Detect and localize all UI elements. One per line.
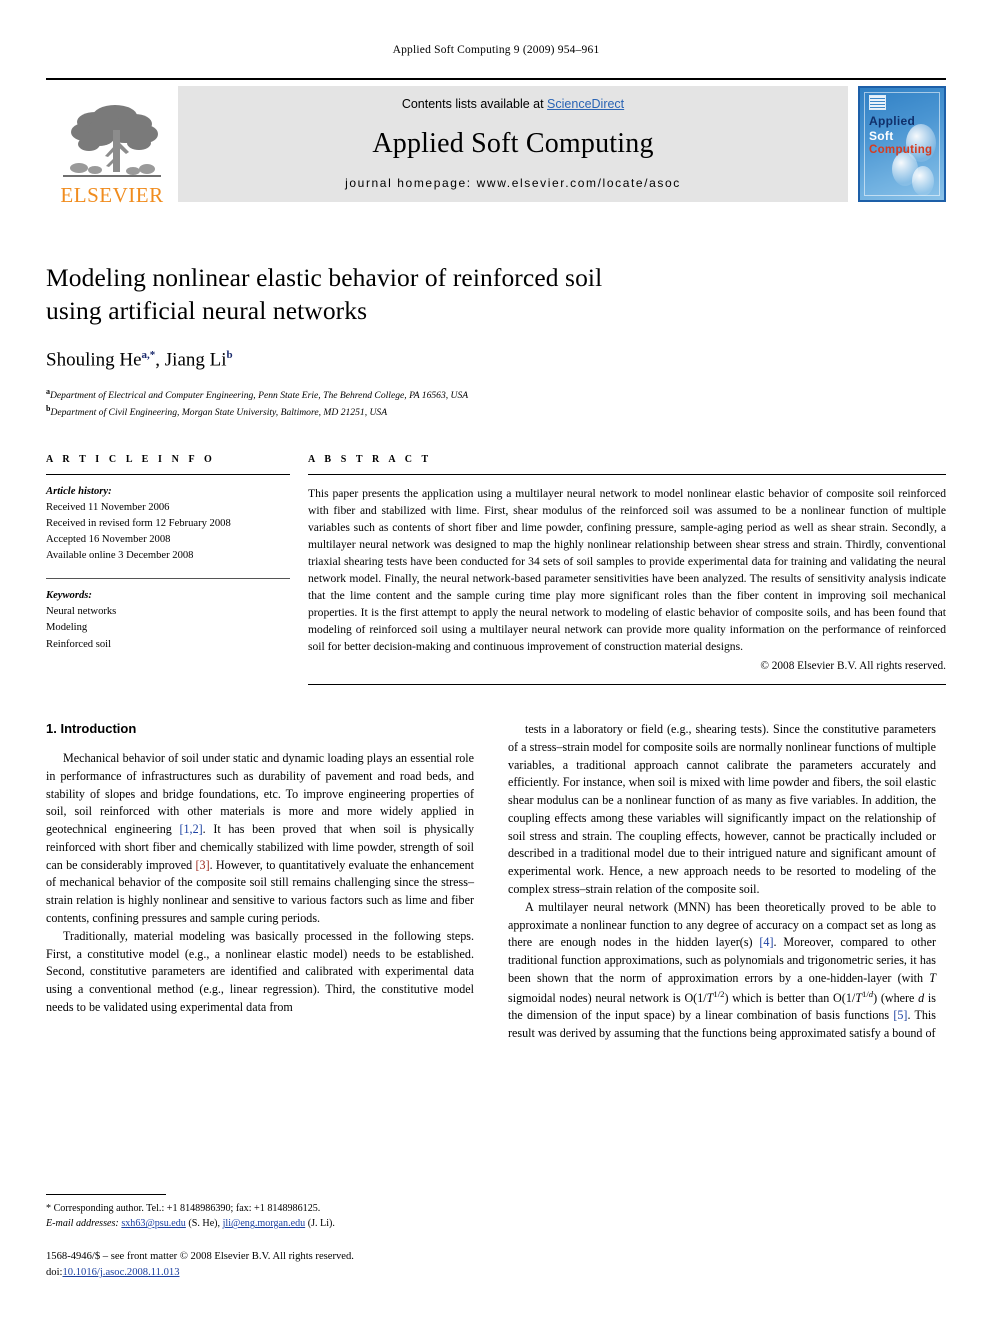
- author-name[interactable]: Jiang Li: [165, 350, 227, 371]
- footnote-rule: [46, 1193, 166, 1195]
- journal-masthead: ELSEVIER Contents lists available at Sci…: [46, 78, 946, 208]
- issn-line: 1568-4946/$ – see front matter © 2008 El…: [46, 1251, 354, 1263]
- keyword-item: Reinforced soil: [46, 638, 112, 650]
- author-affiliation-mark: b: [226, 349, 233, 362]
- issn-doi-block: 1568-4946/$ – see front matter © 2008 El…: [46, 1249, 474, 1281]
- email-note: E-mail addresses: sxh63@psu.edu (S. He),…: [46, 1216, 474, 1231]
- body-column-right: tests in a laboratory or field (e.g., sh…: [508, 721, 936, 1043]
- email-label: E-mail addresses:: [46, 1218, 119, 1230]
- citation-link[interactable]: [1,2]: [179, 822, 202, 836]
- journal-title: Applied Soft Computing: [372, 127, 654, 159]
- paragraph: Traditionally, material modeling was bas…: [46, 928, 474, 1014]
- paper-page: Applied Soft Computing 9 (2009) 954–961: [0, 0, 992, 1323]
- page-title: Modeling nonlinear elastic behavior of r…: [46, 262, 946, 327]
- cover-line-computing: Computing: [869, 144, 933, 157]
- keyword-item: Modeling: [46, 622, 88, 634]
- history-item: Received in revised form 12 February 200…: [46, 517, 231, 529]
- article-info-column: A R T I C L E I N F O Article history: R…: [46, 454, 308, 685]
- affiliation-item: aDepartment of Electrical and Computer E…: [46, 386, 946, 403]
- affiliation-list: aDepartment of Electrical and Computer E…: [46, 386, 946, 420]
- contents-available-line: Contents lists available at ScienceDirec…: [402, 97, 624, 111]
- journal-homepage-line[interactable]: journal homepage: www.elsevier.com/locat…: [345, 176, 681, 190]
- journal-band: Contents lists available at ScienceDirec…: [178, 86, 848, 202]
- sciencedirect-link[interactable]: ScienceDirect: [547, 97, 624, 111]
- title-line-2: using artificial neural networks: [46, 295, 368, 325]
- footnote-zone: * Corresponding author. Tel.: +1 8148986…: [46, 1193, 474, 1281]
- abstract-copyright: © 2008 Elsevier B.V. All rights reserved…: [760, 660, 946, 673]
- contents-prefix: Contents lists available at: [401, 97, 548, 111]
- history-item: Received 11 November 2006: [46, 501, 170, 513]
- section-heading-introduction: 1. Introduction: [46, 721, 137, 737]
- keyword-item: Neural networks: [46, 606, 117, 618]
- email-link-he[interactable]: sxh63@psu.edu: [121, 1218, 186, 1229]
- abstract-column: A B S T R A C T This paper presents the …: [308, 453, 946, 686]
- cover-title-text: Applied Soft Computing: [869, 114, 932, 157]
- email-person-he: (S. He),: [188, 1218, 221, 1230]
- abstract-rule: [308, 473, 946, 475]
- keywords-divider-rule: [46, 578, 290, 580]
- article-history-label: Article history:: [46, 485, 112, 497]
- elsevier-tree-icon: [63, 105, 161, 177]
- email-link-li[interactable]: jli@eng.morgan.edu: [223, 1218, 306, 1229]
- affiliation-text: Department of Electrical and Computer En…: [50, 389, 469, 401]
- citation-link[interactable]: [3]: [196, 858, 210, 872]
- doi-link[interactable]: 10.1016/j.asoc.2008.11.013: [62, 1267, 179, 1278]
- cover-line-applied: Applied: [869, 114, 916, 128]
- keywords-block: Keywords: Neural networks Modeling Reinf…: [46, 588, 290, 652]
- doi-line: doi:10.1016/j.asoc.2008.11.013: [46, 1265, 474, 1281]
- cover-elsevier-mark-icon: [869, 95, 886, 110]
- cover-bubble-icon: [912, 166, 934, 196]
- info-abstract-region: A R T I C L E I N F O Article history: R…: [46, 453, 946, 686]
- paragraph: Mechanical behavior of soil under static…: [46, 751, 474, 925]
- elsevier-wordmark: ELSEVIER: [60, 183, 164, 207]
- article-info-tag: A R T I C L E I N F O: [46, 453, 216, 465]
- history-item: Accepted 16 November 2008: [46, 534, 171, 546]
- body-columns: 1. Introduction Mechanical behavior of s…: [46, 721, 946, 1043]
- corresponding-author-note: * Corresponding author. Tel.: +1 8148986…: [46, 1202, 321, 1214]
- author-affiliation-mark: a,*: [141, 349, 156, 362]
- history-item: Available online 3 December 2008: [46, 550, 194, 562]
- paragraph: A multilayer neural network (MNN) has be…: [508, 899, 937, 1041]
- doi-label: doi:: [46, 1267, 63, 1279]
- keywords-label: Keywords:: [46, 590, 92, 602]
- citation-link[interactable]: [5]: [893, 1008, 907, 1022]
- citation-link[interactable]: [4]: [759, 935, 773, 949]
- abstract-bottom-rule: [308, 684, 946, 686]
- cover-line-soft: Soft: [869, 128, 894, 143]
- author-list: Shouling Hea,*, Jiang Lib: [46, 349, 233, 371]
- affiliation-text: Department of Civil Engineering, Morgan …: [50, 406, 388, 418]
- running-head: Applied Soft Computing 9 (2009) 954–961: [392, 44, 600, 56]
- title-block: Modeling nonlinear elastic behavior of r…: [46, 262, 946, 420]
- email-person-li: (J. Li).: [307, 1218, 335, 1230]
- body-column-left: 1. Introduction Mechanical behavior of s…: [46, 721, 474, 1043]
- title-line-1: Modeling nonlinear elastic behavior of r…: [46, 263, 603, 292]
- elsevier-logo: ELSEVIER: [46, 80, 178, 208]
- abstract-text: This paper presents the application usin…: [308, 486, 946, 654]
- paragraph: tests in a laboratory or field (e.g., sh…: [508, 722, 936, 896]
- author-name[interactable]: Shouling He: [46, 350, 142, 371]
- article-info-rule: [46, 473, 290, 475]
- affiliation-item: bDepartment of Civil Engineering, Morgan…: [46, 403, 946, 420]
- abstract-tag: A B S T R A C T: [308, 453, 432, 465]
- journal-cover-thumbnail[interactable]: Applied Soft Computing: [858, 86, 946, 202]
- article-history-block: Article history: Received 11 November 20…: [46, 484, 290, 564]
